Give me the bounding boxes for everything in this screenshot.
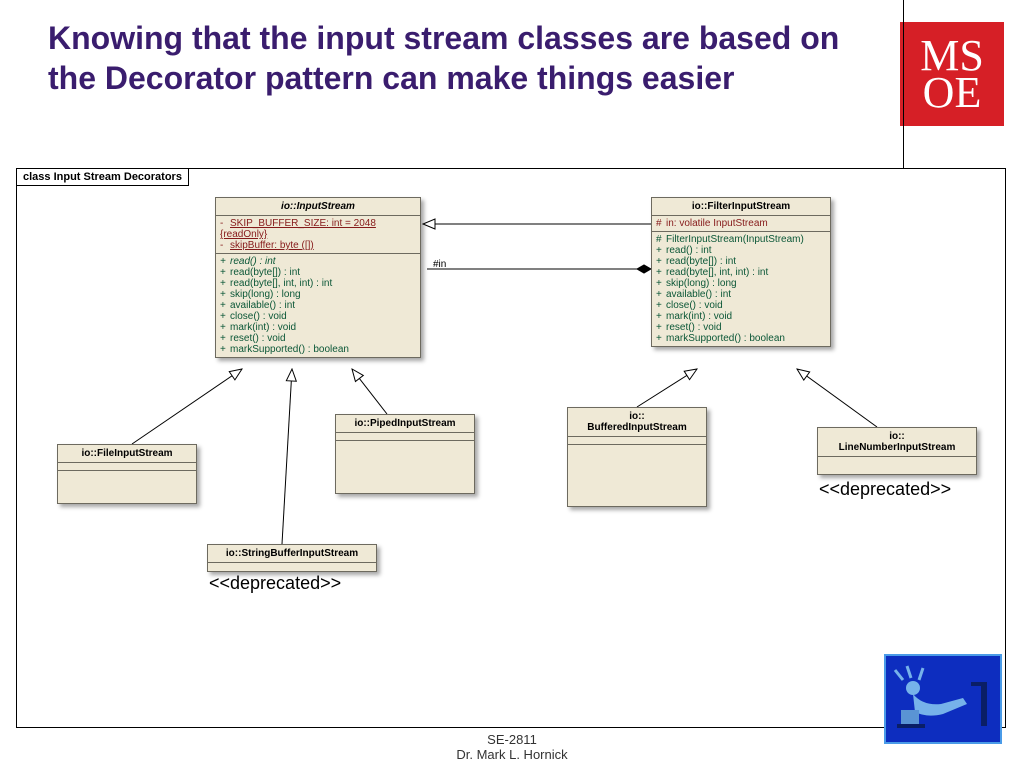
class-name: io::FilterInputStream (652, 198, 830, 216)
class-name: io:: BufferedInputStream (568, 408, 706, 437)
class-name: io::StringBufferInputStream (208, 545, 376, 563)
class-name: io:: LineNumberInputStream (818, 428, 976, 457)
deprecated-annotation-1: <<deprecated>> (209, 573, 341, 594)
msoe-logo: MS OE (900, 22, 1004, 126)
attrs: #in: volatile InputStream (652, 216, 830, 232)
logo-row-2: OE (923, 74, 982, 111)
class-name: io::FileInputStream (58, 445, 196, 463)
vertical-divider (903, 0, 904, 168)
edge-label-in: #in (433, 259, 446, 270)
attrs: -SKIP_BUFFER_SIZE: int = 2048 {readOnly}… (216, 216, 420, 254)
class-bufferedinputstream: io:: BufferedInputStream (567, 407, 707, 507)
class-inputstream: io::InputStream -SKIP_BUFFER_SIZE: int =… (215, 197, 421, 358)
ops: +read() : int +read(byte[]) : int +read(… (216, 254, 420, 357)
relax-image (884, 654, 1002, 744)
class-name: io::InputStream (216, 198, 420, 216)
course-code: SE-2811 (0, 732, 1024, 747)
class-name: io::PipedInputStream (336, 415, 474, 433)
class-filterinputstream: io::FilterInputStream #in: volatile Inpu… (651, 197, 831, 347)
class-pipedinputstream: io::PipedInputStream (335, 414, 475, 494)
class-fileinputstream: io::FileInputStream (57, 444, 197, 504)
class-stringbufferinputstream: io::StringBufferInputStream (207, 544, 377, 572)
author-name: Dr. Mark L. Hornick (0, 747, 1024, 762)
slide-title: Knowing that the input stream classes ar… (48, 18, 848, 98)
diagram-label: class Input Stream Decorators (16, 168, 189, 186)
class-linenumberinputstream: io:: LineNumberInputStream (817, 427, 977, 475)
deprecated-annotation-2: <<deprecated>> (819, 479, 951, 500)
uml-diagram-frame: class Input Stream Decorators #in io::In… (16, 168, 1006, 728)
slide-footer: SE-2811 Dr. Mark L. Hornick (0, 732, 1024, 762)
ops: #FilterInputStream(InputStream) +read() … (652, 232, 830, 346)
